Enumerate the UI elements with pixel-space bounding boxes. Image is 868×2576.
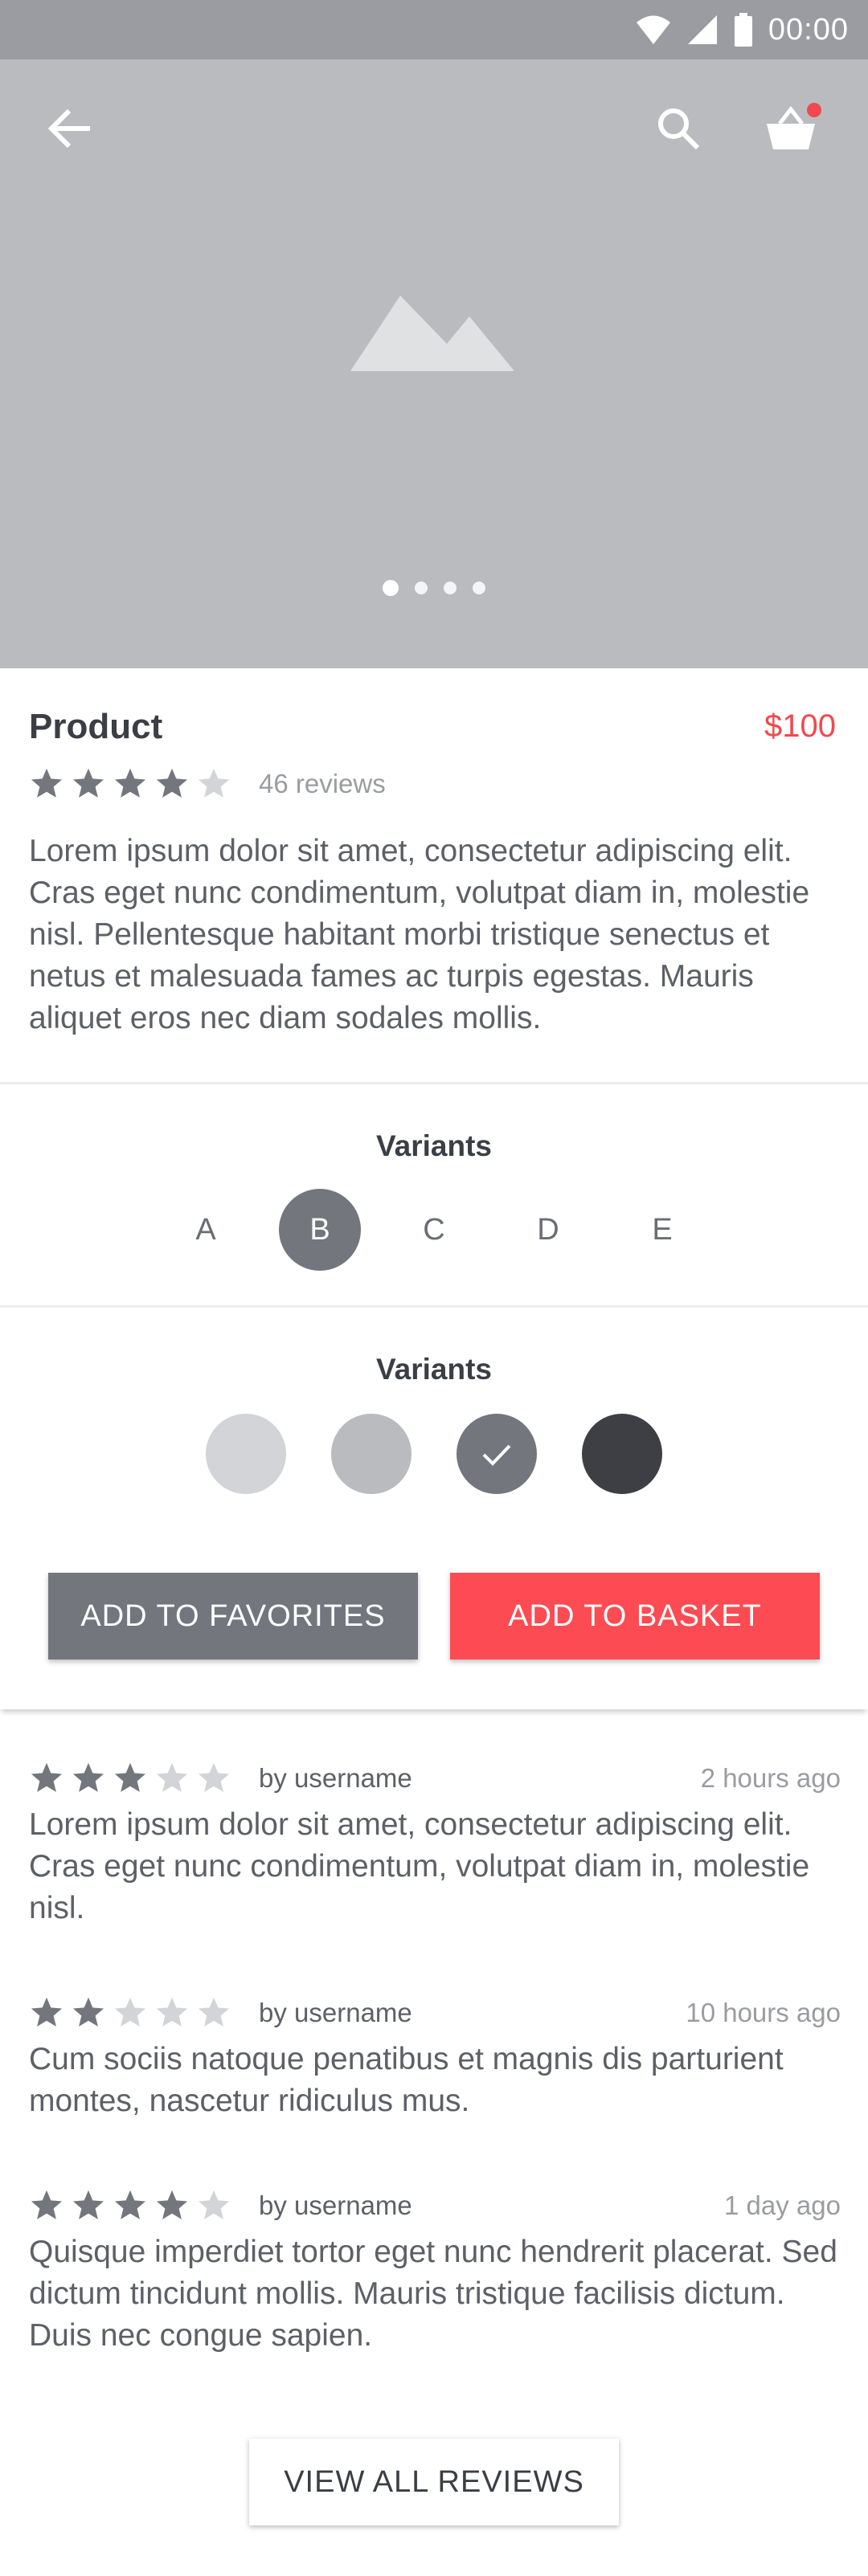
star-empty-icon (114, 1997, 146, 2027)
review-time: 2 hours ago (700, 1763, 841, 1793)
variant-option-a[interactable]: A (165, 1189, 247, 1271)
star-filled-icon (31, 1997, 63, 2027)
star-filled-icon (31, 768, 63, 798)
star-filled-icon (72, 768, 104, 798)
review-item: by username 10 hours ago Cum sociis nato… (29, 1990, 841, 2122)
variant-options: ABCDE (0, 1189, 868, 1271)
status-time: 00:00 (768, 12, 849, 47)
star-filled-icon (72, 1997, 104, 2027)
add-to-basket-button[interactable]: ADD TO BASKET (450, 1573, 820, 1659)
star-empty-icon (198, 1997, 230, 2027)
product-price: $100 (764, 708, 836, 744)
pager-dot[interactable] (415, 582, 428, 594)
color-swatch[interactable] (206, 1414, 286, 1494)
star-filled-icon (114, 1762, 146, 1792)
search-icon (656, 106, 701, 155)
star-empty-icon (198, 768, 230, 798)
star-filled-icon (156, 768, 188, 798)
star-filled-icon (31, 1762, 63, 1792)
product-title: Product (29, 707, 163, 746)
cart-badge (807, 103, 821, 117)
color-swatch[interactable] (582, 1414, 662, 1494)
review-item: by username 2 hours ago Lorem ipsum dolo… (29, 1756, 841, 1929)
back-button[interactable] (35, 95, 106, 165)
star-rating (29, 766, 231, 802)
color-swatch[interactable] (457, 1414, 537, 1494)
arrow-left-icon (45, 103, 96, 158)
pager-dot[interactable] (383, 580, 399, 596)
review-text: Cum sociis natoque penatibus et magnis d… (29, 2042, 784, 2118)
search-button[interactable] (643, 95, 714, 165)
review-text: Quisque imperdiet tortor eget nunc hendr… (29, 2235, 837, 2353)
color-swatch[interactable] (331, 1414, 411, 1494)
star-empty-icon (198, 2190, 230, 2219)
review-author[interactable]: by username (259, 1998, 412, 2028)
review-stars (29, 1761, 231, 1796)
battery-icon (733, 13, 754, 47)
variants-title: Variants (376, 1353, 492, 1386)
star-filled-icon (72, 2190, 104, 2219)
star-filled-icon (156, 2190, 188, 2219)
color-options (0, 1414, 868, 1494)
star-filled-icon (114, 2190, 146, 2219)
variant-option-c[interactable]: C (393, 1189, 475, 1271)
star-filled-icon (31, 2190, 63, 2219)
variant-selector-colors: Variants ADD TO FAVORITES ADD TO BASKET (0, 1308, 868, 1709)
star-filled-icon (72, 1762, 104, 1792)
check-icon (482, 1444, 511, 1466)
review-time: 1 day ago (724, 2190, 841, 2220)
signal-icon (686, 14, 719, 46)
review-time: 10 hours ago (686, 1998, 841, 2027)
review-item: by username 1 day ago Quisque imperdiet … (29, 2183, 841, 2357)
reviews-count[interactable]: 46 reviews (259, 769, 386, 799)
review-author[interactable]: by username (259, 2190, 412, 2221)
variants-title: Variants (376, 1129, 492, 1162)
review-stars (29, 2188, 231, 2223)
variant-option-e[interactable]: E (621, 1189, 703, 1271)
status-bar: 00:00 (0, 0, 868, 59)
pager-dot[interactable] (473, 582, 485, 594)
product-description: Lorem ipsum dolor sit amet, consectetur … (29, 834, 810, 1035)
add-to-favorites-button[interactable]: ADD TO FAVORITES (48, 1573, 418, 1659)
view-all-reviews-button[interactable]: VIEW ALL REVIEWS (249, 2439, 619, 2525)
review-text: Lorem ipsum dolor sit amet, consectetur … (29, 1807, 810, 1925)
star-filled-icon (114, 768, 146, 798)
carousel-pager (0, 580, 868, 596)
review-stars (29, 1995, 231, 2031)
star-empty-icon (156, 1997, 188, 2027)
product-rating[interactable]: 46 reviews (29, 766, 386, 802)
pager-dot[interactable] (444, 582, 457, 594)
review-author[interactable]: by username (259, 1763, 412, 1794)
variant-option-b[interactable]: B (279, 1189, 361, 1271)
wifi-icon (635, 14, 672, 46)
cart-button[interactable] (755, 95, 826, 165)
image-placeholder-icon (350, 296, 514, 375)
product-info: Product $100 46 reviews Lorem ipsum dolo… (0, 668, 868, 1084)
variant-selector-letters: Variants ABCDE (0, 1084, 868, 1308)
product-image-carousel[interactable] (0, 59, 868, 668)
variant-option-d[interactable]: D (507, 1189, 589, 1271)
star-empty-icon (156, 1762, 188, 1792)
star-empty-icon (198, 1762, 230, 1792)
